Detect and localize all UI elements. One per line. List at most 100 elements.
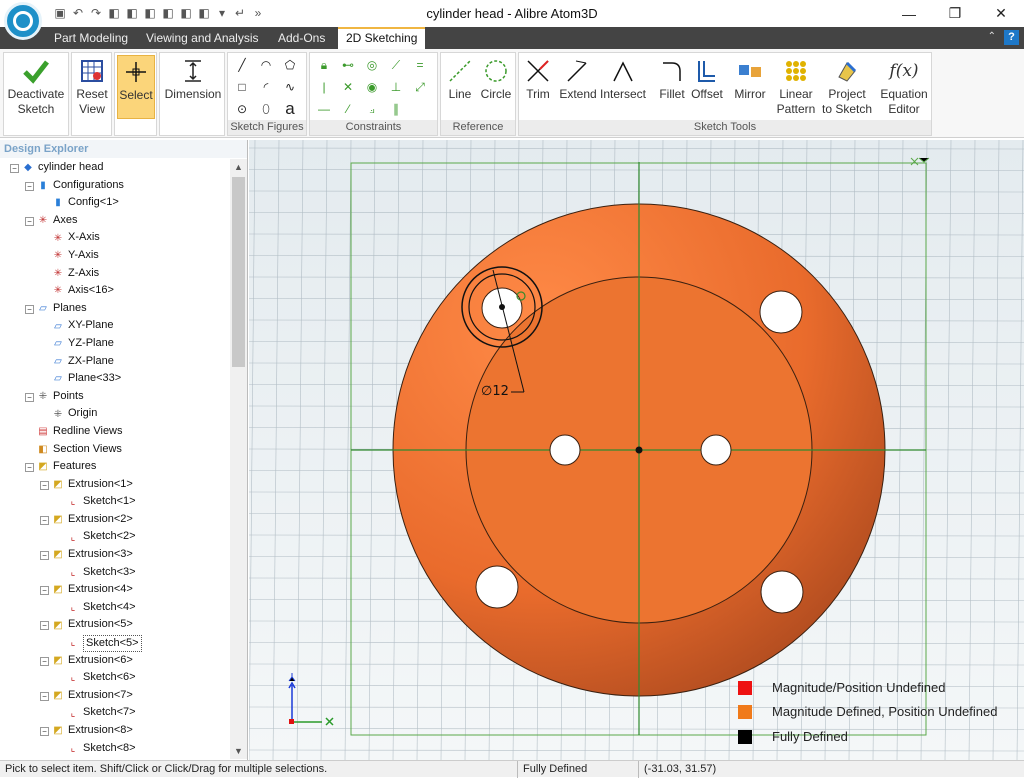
tree-node[interactable]: − ◩ Extrusion<7> xyxy=(0,687,230,705)
tree-node[interactable]: − ▮ Configurations xyxy=(0,177,230,195)
text-tool-icon[interactable]: a xyxy=(282,99,298,118)
scroll-thumb[interactable] xyxy=(232,177,245,367)
tree-node[interactable]: − ⁜ Points xyxy=(0,388,230,406)
scroll-up-icon[interactable]: ▲ xyxy=(230,159,247,175)
collapse-toggle-icon[interactable]: − xyxy=(25,216,34,226)
tree-node[interactable]: ⌞ Sketch<6> xyxy=(0,669,230,687)
tab-viewing-analysis[interactable]: Viewing and Analysis xyxy=(138,27,267,49)
collapse-toggle-icon[interactable]: − xyxy=(40,656,49,666)
circle-tool-icon[interactable]: ⊙ xyxy=(234,101,250,117)
tree-node[interactable]: ⌞ Sketch<2> xyxy=(0,528,230,546)
deactivate-sketch-button[interactable]: Deactivate Sketch xyxy=(6,55,66,119)
tree-node[interactable]: ✳ Axis<16> xyxy=(0,282,230,300)
collapse-toggle-icon[interactable]: − xyxy=(40,691,49,701)
collapse-toggle-icon[interactable]: − xyxy=(10,164,19,173)
collapse-toggle-icon[interactable]: − xyxy=(25,304,34,314)
vertical-constraint-icon[interactable]: | xyxy=(316,79,332,95)
tree-node[interactable]: − ✳ Axes xyxy=(0,212,230,230)
collapse-toggle-icon[interactable]: − xyxy=(40,621,49,631)
tangent-constraint-icon[interactable]: ⟋ xyxy=(388,57,404,73)
fillet-button[interactable]: Fillet xyxy=(655,55,689,119)
intersect-button[interactable]: Intersect xyxy=(599,55,647,119)
tree-node[interactable]: − ◩ Extrusion<2> xyxy=(0,511,230,529)
collapse-toggle-icon[interactable]: − xyxy=(40,515,49,525)
tree-node[interactable]: ⌞ Sketch<3> xyxy=(0,564,230,582)
mirror-button[interactable]: Mirror xyxy=(731,55,769,119)
polygon-tool-icon[interactable]: ⬠ xyxy=(282,57,298,73)
tree-node[interactable]: ▱ XY-Plane xyxy=(0,317,230,335)
line-tool-icon[interactable]: ╱ xyxy=(234,57,250,73)
tree-node[interactable]: ⌞ Sketch<1> xyxy=(0,493,230,511)
help-icon[interactable]: ? xyxy=(1004,30,1019,45)
tree-node[interactable]: − ◩ Extrusion<3> xyxy=(0,546,230,564)
equal-constraint-icon[interactable]: = xyxy=(412,57,428,73)
project-to-sketch-button[interactable]: Project to Sketch xyxy=(821,55,873,119)
reset-view-button[interactable]: Reset View xyxy=(73,55,111,119)
midpoint-constraint-icon[interactable]: ⤢ xyxy=(412,79,428,95)
tree-node[interactable]: ⁜ Origin xyxy=(0,405,230,423)
lock-constraint-icon[interactable]: 🔒︎ xyxy=(316,57,332,73)
symmetric-constraint-icon[interactable]: ⊷ xyxy=(340,57,356,73)
concentric-constraint-icon[interactable]: ◎ xyxy=(364,57,380,73)
tree-node[interactable]: − ◩ Extrusion<5> xyxy=(0,616,230,634)
reference-circle-button[interactable]: Circle xyxy=(479,55,513,119)
tree-node[interactable]: − ◩ Extrusion<1> xyxy=(0,476,230,494)
tree-node[interactable]: ▱ ZX-Plane xyxy=(0,353,230,371)
perpendicular-constraint-icon[interactable]: ⊥ xyxy=(388,79,404,95)
tree-node[interactable]: − ◆ cylinder head xyxy=(0,159,230,177)
tree-node[interactable]: ▱ Plane<33> xyxy=(0,370,230,388)
tree-node[interactable]: ▤ Redline Views xyxy=(0,423,230,441)
intersect-constraint-icon[interactable]: ✕ xyxy=(340,79,356,95)
ribbon-collapse-icon[interactable]: ⌃ xyxy=(988,31,996,42)
collapse-toggle-icon[interactable]: − xyxy=(40,586,49,596)
coincident-constraint-icon[interactable]: ◉ xyxy=(364,79,380,95)
dimension-button[interactable]: Dimension xyxy=(162,55,224,119)
tree-node[interactable]: ⌞ Sketch<8> xyxy=(0,740,230,758)
collapse-toggle-icon[interactable]: − xyxy=(25,181,34,191)
tree-node[interactable]: − ◩ Extrusion<6> xyxy=(0,652,230,670)
collapse-toggle-icon[interactable]: − xyxy=(40,480,49,490)
collapse-toggle-icon[interactable]: − xyxy=(25,463,34,473)
tab-add-ons[interactable]: Add-Ons xyxy=(270,27,333,49)
collapse-toggle-icon[interactable]: − xyxy=(40,551,49,561)
tree-node[interactable]: − ▱ Planes xyxy=(0,300,230,318)
explorer-scrollbar[interactable]: ▲ ▼ xyxy=(230,159,247,759)
tangent-arc-constraint-icon[interactable]: ⟓ xyxy=(364,101,380,117)
horizontal-constraint-icon[interactable]: ― xyxy=(316,101,332,117)
tree-node[interactable]: ▮ Config<1> xyxy=(0,194,230,212)
spline-tool-icon[interactable]: ∿ xyxy=(282,79,298,95)
tree-node[interactable]: ✳ Z-Axis xyxy=(0,265,230,283)
tree-node[interactable]: − ◩ Features xyxy=(0,458,230,476)
parallel-constraint-icon[interactable]: ∥ xyxy=(388,101,404,117)
linear-pattern-button[interactable]: Linear Pattern xyxy=(771,55,821,119)
tree-node[interactable]: − ◩ Extrusion<4> xyxy=(0,581,230,599)
close-icon[interactable]: ✕ xyxy=(978,0,1024,27)
equation-editor-button[interactable]: f(x) Equation Editor xyxy=(877,55,931,119)
tree-node[interactable]: ✳ X-Axis xyxy=(0,229,230,247)
rectangle-tool-icon[interactable]: □ xyxy=(234,79,250,95)
select-button[interactable]: Select xyxy=(117,55,155,119)
dimension-label[interactable]: ∅12 xyxy=(481,384,509,399)
ellipse-tool-icon[interactable]: ⬯ xyxy=(258,101,274,117)
tree-node[interactable]: ⌞ Sketch<4> xyxy=(0,599,230,617)
sketch-canvas[interactable] xyxy=(249,140,1024,760)
collapse-toggle-icon[interactable]: − xyxy=(25,392,34,402)
extend-button[interactable]: Extend xyxy=(557,55,599,119)
tree-node[interactable]: ✳ Y-Axis xyxy=(0,247,230,265)
minimize-icon[interactable]: — xyxy=(886,0,932,27)
collinear-constraint-icon[interactable]: ⁄ xyxy=(340,101,356,117)
restore-icon[interactable]: ❐ xyxy=(932,0,978,27)
trim-button[interactable]: Trim xyxy=(521,55,555,119)
tree-node[interactable]: ▱ YZ-Plane xyxy=(0,335,230,353)
scroll-down-icon[interactable]: ▼ xyxy=(230,743,247,759)
tree-node[interactable]: ⌞ Sketch<7> xyxy=(0,704,230,722)
tab-part-modeling[interactable]: Part Modeling xyxy=(46,27,136,49)
tree-node[interactable]: ◧ Section Views xyxy=(0,441,230,459)
tree-node[interactable]: ⌞ Sketch<5> xyxy=(0,634,230,653)
app-menu-button[interactable] xyxy=(4,2,42,40)
arc-center-tool-icon[interactable]: ◜ xyxy=(258,79,274,95)
collapse-toggle-icon[interactable]: − xyxy=(40,727,49,736)
offset-button[interactable]: Offset xyxy=(689,55,725,119)
tab-2d-sketching[interactable]: 2D Sketching xyxy=(338,27,426,49)
sketch-viewport[interactable]: ∅12 Magnitude/Position Undefined Magnitu… xyxy=(249,140,1024,760)
